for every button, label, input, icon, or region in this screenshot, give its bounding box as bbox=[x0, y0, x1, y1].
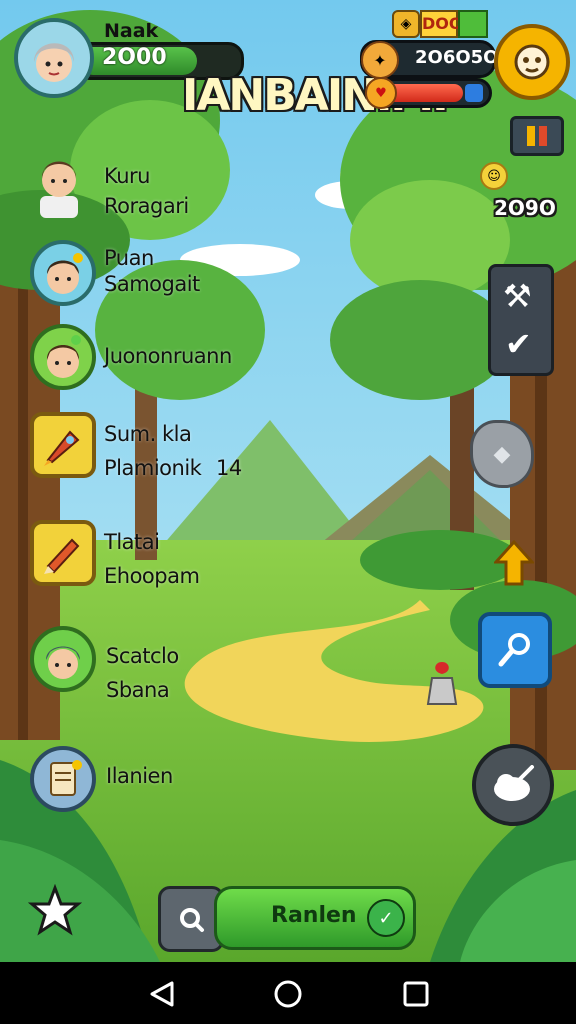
potion-flask-icon bbox=[424, 660, 460, 710]
character-name: Juononruann bbox=[104, 344, 232, 368]
character-subtitle: Ehoopam bbox=[104, 564, 200, 588]
character-avatar bbox=[30, 324, 96, 390]
character-avatar bbox=[30, 746, 96, 812]
kid-portrait-icon bbox=[47, 253, 83, 294]
character-level: 14 bbox=[216, 456, 242, 480]
player-portrait-icon bbox=[34, 43, 74, 82]
resource-tag-group: ◈ DOO bbox=[392, 8, 492, 38]
character-subtitle: Sbana bbox=[106, 678, 170, 702]
monkey-face-icon bbox=[514, 44, 550, 80]
coin-icon: ☺ bbox=[480, 162, 508, 190]
character-avatar bbox=[30, 240, 96, 306]
character-list: Kuru Roragari Puan Samogait Juononruann … bbox=[0, 140, 300, 820]
character-name: Tlatai bbox=[104, 530, 160, 554]
magnifier-icon bbox=[180, 908, 204, 932]
pickaxe-icon[interactable]: ⚒ bbox=[503, 277, 532, 315]
rocket-icon bbox=[44, 430, 80, 466]
character-avatar bbox=[30, 412, 96, 478]
list-item[interactable]: Ilanien bbox=[0, 744, 300, 820]
recents-icon[interactable] bbox=[402, 980, 430, 1008]
system-nav-bar bbox=[0, 962, 576, 1024]
character-name: Scatclo bbox=[106, 644, 179, 668]
character-subtitle: Plamionik bbox=[104, 456, 202, 480]
list-item[interactable]: Tlatai Ehoopam bbox=[0, 516, 300, 600]
primary-action-label: Ranlen bbox=[271, 903, 357, 928]
flag-icon bbox=[458, 10, 488, 38]
character-name: Puan bbox=[104, 246, 154, 270]
primary-action-button[interactable]: Ranlen ✓ bbox=[214, 886, 416, 950]
player-name: Naak bbox=[104, 20, 159, 42]
search-key-button[interactable] bbox=[478, 612, 552, 688]
boy-portrait-icon bbox=[40, 161, 78, 218]
health-bar: ♥ bbox=[365, 77, 492, 109]
character-avatar bbox=[30, 520, 96, 586]
crayon-icon bbox=[44, 538, 80, 574]
list-item[interactable]: Puan Samogait bbox=[0, 238, 300, 308]
resource-bar[interactable]: ✦ 2O6O5O bbox=[360, 40, 499, 79]
list-item[interactable]: Sum. kla Plamionik 14 bbox=[0, 408, 300, 492]
list-item[interactable]: Scatclo Sbana bbox=[0, 624, 300, 708]
bottom-action-bar: Ranlen ✓ bbox=[158, 884, 416, 952]
stone-icon[interactable]: ◆ bbox=[470, 420, 534, 488]
check-tool-icon[interactable]: ✔ bbox=[505, 325, 532, 363]
inventory-icon[interactable] bbox=[510, 116, 564, 156]
heart-icon: ♥ bbox=[365, 77, 397, 109]
scroll-icon bbox=[50, 760, 82, 796]
back-icon[interactable] bbox=[148, 980, 176, 1008]
character-subtitle: Roragari bbox=[104, 194, 189, 218]
cloud-icon bbox=[494, 765, 534, 801]
elder-portrait-icon bbox=[46, 646, 80, 679]
character-subtitle: Samogait bbox=[104, 272, 200, 296]
character-name: Ilanien bbox=[106, 764, 173, 788]
character-name: Sum. kla bbox=[104, 422, 192, 446]
resource-amount: 2O6O5O bbox=[415, 47, 499, 68]
key-icon bbox=[498, 633, 530, 667]
player-avatar[interactable] bbox=[14, 18, 94, 98]
emblem-icon: ◈ bbox=[392, 10, 420, 38]
confirm-icon: ✓ bbox=[367, 899, 405, 937]
character-avatar bbox=[30, 626, 96, 692]
cloud-action-button[interactable] bbox=[472, 744, 554, 826]
tools-panel[interactable]: ⚒ ✔ bbox=[488, 264, 554, 376]
star-menu-icon[interactable] bbox=[27, 883, 83, 938]
resource-icon: ✦ bbox=[361, 41, 399, 79]
player-score: 2O00 bbox=[102, 45, 167, 70]
resource-tag: DOO bbox=[420, 10, 462, 38]
profile-menu-button[interactable] bbox=[494, 24, 570, 100]
game-scene: Naak 2O00 IANBAINIMI ◈ DOO ✦ 2O6O5O ♥ ☺ … bbox=[0, 0, 576, 962]
character-avatar bbox=[30, 148, 88, 218]
coin-counter: 2O9O bbox=[494, 196, 556, 220]
list-item[interactable]: Kuru Roragari bbox=[0, 140, 300, 224]
list-item[interactable]: Juononruann bbox=[0, 322, 300, 392]
house-up-icon[interactable] bbox=[492, 539, 536, 588]
home-icon[interactable] bbox=[273, 979, 303, 1009]
girl-portrait-icon bbox=[46, 335, 81, 378]
character-name: Kuru bbox=[104, 164, 150, 188]
